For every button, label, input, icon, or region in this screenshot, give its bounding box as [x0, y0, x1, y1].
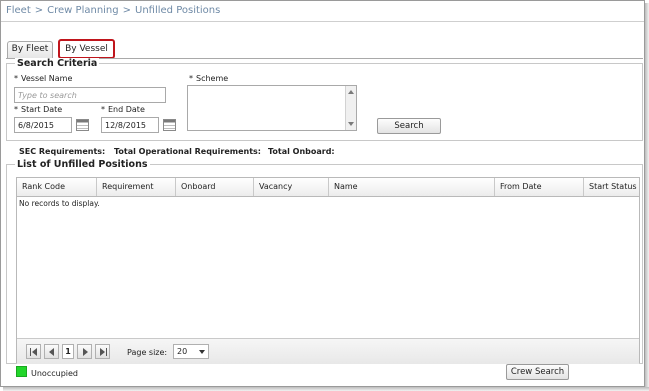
unoccupied-legend-label: Unoccupied — [31, 369, 78, 378]
column-header-vacancy[interactable]: Vacancy — [253, 178, 328, 196]
scheme-scrollbar[interactable] — [345, 86, 356, 130]
window-shadow — [3, 387, 649, 391]
scheme-label: * Scheme — [189, 74, 229, 83]
breadcrumb-fleet[interactable]: Fleet — [6, 5, 31, 16]
column-header-from-date[interactable]: From Date — [494, 178, 583, 196]
breadcrumb-unfilled-positions: Unfilled Positions — [135, 5, 221, 16]
breadcrumb-divider — [1, 21, 644, 22]
unfilled-positions-grid: Rank Code Requirement Onboard Vacancy Na… — [16, 177, 640, 364]
next-page-icon — [83, 348, 88, 356]
vessel-name-input[interactable] — [14, 87, 166, 103]
tab-by-vessel[interactable]: By Vessel — [58, 39, 115, 59]
total-operational-requirements-label: Total Operational Requirements: — [114, 147, 261, 156]
empty-message: No records to display. — [19, 199, 100, 208]
chevron-down-icon — [199, 350, 205, 354]
breadcrumb-separator: > — [122, 5, 132, 16]
scheme-listbox[interactable] — [187, 85, 357, 131]
breadcrumb-separator: > — [34, 5, 44, 16]
grid-header: Rank Code Requirement Onboard Vacancy Na… — [17, 178, 639, 197]
tab-strip-divider — [6, 58, 643, 59]
previous-page-button[interactable] — [44, 344, 59, 359]
scroll-down-icon[interactable] — [348, 122, 354, 126]
unfilled-positions-title: List of Unfilled Positions — [15, 159, 150, 170]
next-page-button[interactable] — [77, 344, 92, 359]
start-date-label: * Start Date — [14, 105, 63, 114]
search-criteria-title: Search Criteria — [15, 58, 100, 69]
total-onboard-label: Total Onboard: — [268, 147, 335, 156]
page-size-select[interactable]: 20 — [173, 344, 209, 359]
vessel-name-label: * Vessel Name — [14, 74, 73, 83]
grid-pager: 1 Page size: 20 — [17, 338, 639, 364]
breadcrumb-crew-planning[interactable]: Crew Planning — [47, 5, 118, 16]
last-page-icon — [100, 348, 105, 356]
crew-search-button[interactable]: Crew Search — [506, 364, 569, 380]
calendar-icon[interactable] — [163, 119, 176, 131]
tab-by-fleet[interactable]: By Fleet — [7, 41, 53, 58]
scroll-up-icon[interactable] — [348, 90, 354, 94]
column-header-rank-code[interactable]: Rank Code — [17, 178, 96, 196]
breadcrumb: Fleet > Crew Planning > Unfilled Positions — [6, 5, 220, 16]
last-page-button[interactable] — [95, 344, 110, 359]
app-window: Fleet > Crew Planning > Unfilled Positions B… — [0, 0, 645, 387]
end-date-label: * End Date — [101, 105, 145, 114]
column-header-name[interactable]: Name — [328, 178, 494, 196]
previous-page-icon — [49, 348, 54, 356]
window-shadow — [645, 3, 649, 390]
search-button[interactable]: Search — [377, 118, 441, 134]
end-date-input[interactable] — [101, 117, 159, 133]
column-header-requirement[interactable]: Requirement — [96, 178, 175, 196]
page-size-label: Page size: — [127, 348, 168, 357]
column-header-start-status[interactable]: Start Status — [583, 178, 639, 196]
current-page-number[interactable]: 1 — [62, 344, 74, 359]
column-header-onboard[interactable]: Onboard — [175, 178, 253, 196]
first-page-icon — [32, 348, 37, 356]
calendar-icon[interactable] — [76, 119, 89, 131]
start-date-input[interactable] — [14, 117, 72, 133]
unoccupied-legend-swatch — [16, 366, 27, 377]
first-page-button[interactable] — [26, 344, 41, 359]
sec-requirements-label: SEC Requirements: — [19, 147, 106, 156]
